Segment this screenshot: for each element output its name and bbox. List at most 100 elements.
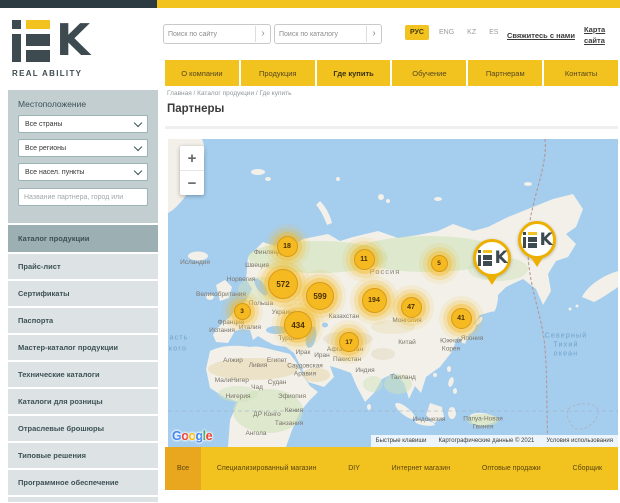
sidebar-menu: Каталог продукцииПрайс-листСертификатыПа… bbox=[8, 225, 158, 503]
partner-search-input[interactable] bbox=[19, 189, 147, 205]
language-option-рус[interactable]: РУС bbox=[405, 25, 429, 40]
map-canvas bbox=[168, 139, 618, 447]
sidebar-menu-item[interactable]: Сертификаты bbox=[8, 281, 158, 306]
cluster-marker[interactable]: 17 bbox=[339, 332, 359, 352]
logo-letter-i-dot bbox=[12, 20, 21, 29]
logo-tagline: REAL ABILITY bbox=[12, 69, 86, 78]
cluster-marker[interactable]: 11 bbox=[354, 249, 375, 270]
filter-tab[interactable]: Интернет магазин bbox=[376, 447, 466, 490]
logo-letter-i bbox=[12, 34, 21, 62]
language-switcher: РУС ENG KZ ES bbox=[405, 25, 501, 40]
logo-letter-e-top bbox=[528, 232, 537, 235]
site-search-input[interactable] bbox=[164, 31, 255, 38]
iek-pin-logo: K bbox=[523, 232, 551, 248]
nav-item[interactable]: О компании bbox=[165, 60, 239, 86]
nav-item[interactable]: Контакты bbox=[544, 60, 618, 86]
filter-tab[interactable]: DIY bbox=[332, 447, 375, 490]
iek-pin-marker[interactable]: K bbox=[518, 221, 556, 274]
logo-letter-e-bottom bbox=[483, 261, 492, 266]
iek-pin-logo: K bbox=[478, 250, 506, 266]
map-zoom-control: + − bbox=[180, 146, 204, 195]
iek-logo[interactable]: K REAL ABILITY bbox=[12, 20, 86, 78]
map-attribution-link[interactable]: Условия использования bbox=[546, 438, 613, 444]
location-select[interactable]: Все регионы bbox=[18, 139, 148, 157]
main-nav: О компанииПродукцияГде купитьОбучениеПар… bbox=[165, 60, 618, 86]
contact-link[interactable]: Свяжитесь с нами bbox=[507, 31, 575, 40]
filter-tab[interactable]: Специализированный магазин bbox=[201, 447, 332, 490]
language-option-eng[interactable]: ENG bbox=[436, 25, 457, 40]
google-logo-letter: e bbox=[206, 429, 212, 443]
sidebar-menu-item[interactable]: Каталог продукции bbox=[8, 225, 158, 252]
logo-letter-i bbox=[523, 237, 526, 248]
language-option-kz[interactable]: KZ bbox=[464, 25, 479, 40]
chevron-down-icon bbox=[134, 119, 142, 127]
sidebar-menu-item[interactable]: Технические каталоги bbox=[8, 362, 158, 387]
catalog-search: › bbox=[274, 24, 382, 44]
google-logo-letter: o bbox=[188, 429, 195, 443]
logo-letter-e-top bbox=[483, 250, 492, 253]
google-logo-letter: g bbox=[196, 429, 203, 443]
sidebar-menu-item[interactable]: Отраслевые брошюры bbox=[8, 416, 158, 441]
google-logo[interactable]: Google bbox=[172, 429, 212, 443]
map-attribution-link[interactable]: Картографические данные © 2021 bbox=[439, 438, 535, 444]
logo-letter-k: K bbox=[56, 20, 90, 62]
cluster-marker[interactable]: 572 bbox=[268, 269, 298, 299]
title-divider bbox=[165, 126, 618, 129]
cluster-marker[interactable]: 3 bbox=[234, 303, 251, 320]
filter-tab[interactable]: Сборщик bbox=[557, 447, 618, 490]
iek-pin-marker[interactable]: K bbox=[473, 239, 511, 292]
cluster-marker[interactable]: 194 bbox=[362, 288, 387, 313]
map-attribution-link[interactable]: Быстрые клавиши bbox=[376, 438, 427, 444]
chevron-down-icon bbox=[134, 167, 142, 175]
location-select-value: Все насел. пункты bbox=[25, 169, 84, 176]
logo-letter-i-dot bbox=[523, 232, 526, 235]
sidebar-menu-item[interactable]: Прайс-лист bbox=[8, 254, 158, 279]
zoom-in-button[interactable]: + bbox=[180, 146, 204, 170]
logo-letter-e bbox=[483, 255, 492, 260]
sidebar-menu-item[interactable]: Паспорта bbox=[8, 308, 158, 333]
logo-letter-e bbox=[26, 34, 50, 46]
cluster-marker[interactable]: 5 bbox=[431, 255, 448, 272]
location-panel: Местоположение Все страныВсе регионыВсе … bbox=[8, 90, 158, 223]
sidebar-menu-item[interactable]: Каталоги для розницы bbox=[8, 389, 158, 414]
catalog-search-input[interactable] bbox=[275, 31, 366, 38]
location-select[interactable]: Все насел. пункты bbox=[18, 163, 148, 181]
location-select[interactable]: Все страны bbox=[18, 115, 148, 133]
sitemap-link[interactable]: Карта сайта bbox=[584, 25, 618, 47]
iek-pin-tail bbox=[530, 256, 544, 274]
site-search-submit-icon[interactable]: › bbox=[255, 26, 270, 42]
page-title: Партнеры bbox=[167, 103, 224, 115]
zoom-out-button[interactable]: − bbox=[180, 170, 204, 195]
breadcrumb[interactable]: Главная / Каталог продукции / Где купить bbox=[167, 90, 291, 97]
iek-logo-mark: K bbox=[12, 20, 86, 62]
location-selects: Все страны Все регионы Все насел. пункты bbox=[8, 115, 158, 181]
logo-letter-e-bottom bbox=[26, 50, 50, 62]
logo-letter-e bbox=[528, 237, 537, 242]
site-search: › bbox=[163, 24, 271, 44]
location-panel-title: Местоположение bbox=[8, 90, 158, 109]
nav-item[interactable]: Партнерам bbox=[468, 60, 542, 86]
sidebar-menu-item[interactable]: Программное обеспечение bbox=[8, 470, 158, 495]
nav-item[interactable]: Где купить bbox=[317, 60, 391, 86]
catalog-search-submit-icon[interactable]: › bbox=[366, 26, 381, 42]
page: K REAL ABILITY › › РУС ENG KZ ES Свяжитесь … bbox=[0, 0, 620, 503]
sidebar-menu-item[interactable]: Типовые решения bbox=[8, 443, 158, 468]
cluster-marker[interactable]: 41 bbox=[451, 308, 472, 329]
nav-item[interactable]: Обучение bbox=[392, 60, 466, 86]
topbar-dark-segment bbox=[0, 0, 157, 8]
partner-type-filter-bar: ВсеСпециализированный магазинDIYИнтернет… bbox=[165, 447, 618, 490]
cluster-marker[interactable]: 47 bbox=[401, 297, 422, 318]
language-option-es[interactable]: ES bbox=[486, 25, 501, 40]
logo-letter-i bbox=[478, 255, 481, 266]
sidebar-menu-item-partial[interactable] bbox=[8, 497, 158, 502]
partners-map[interactable]: ИсландияШвецияФинляндияНорвегияВеликобри… bbox=[168, 139, 618, 447]
filter-tab[interactable]: Все bbox=[165, 447, 201, 490]
logo-letter-k: K bbox=[540, 232, 553, 248]
cluster-marker[interactable]: 18 bbox=[277, 236, 298, 257]
logo-letter-k: K bbox=[495, 250, 508, 266]
sidebar-menu-item[interactable]: Мастер-каталог продукции bbox=[8, 335, 158, 360]
cluster-marker[interactable]: 599 bbox=[306, 282, 334, 310]
cluster-marker[interactable]: 434 bbox=[284, 311, 312, 339]
filter-tab[interactable]: Оптовые продажи bbox=[466, 447, 557, 490]
nav-item[interactable]: Продукция bbox=[241, 60, 315, 86]
